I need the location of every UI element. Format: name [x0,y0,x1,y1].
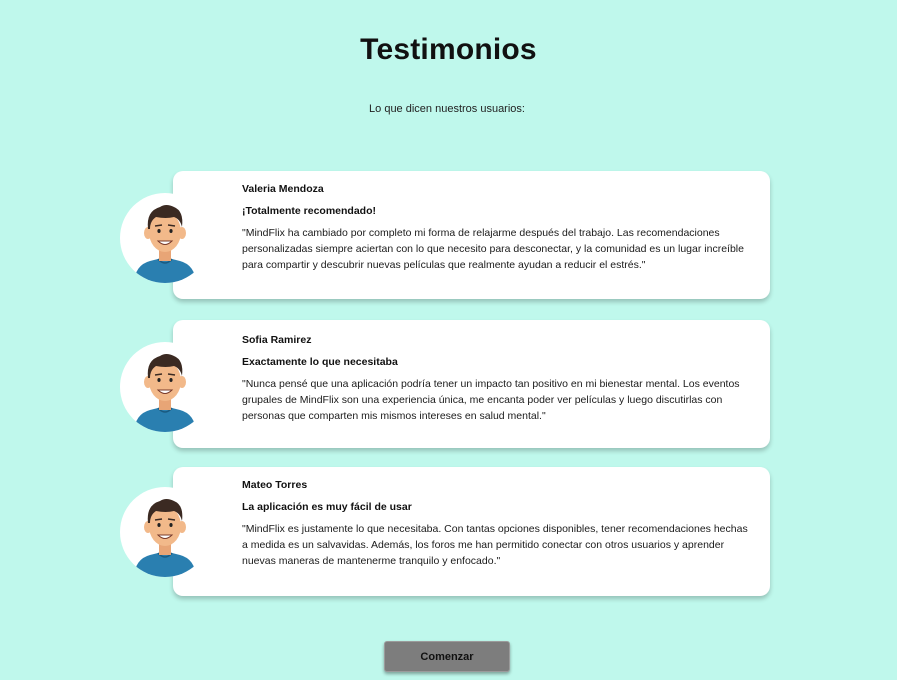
testimonial-headline: La aplicación es muy fácil de usar [242,501,412,513]
testimonial-card: Valeria Mendoza ¡Totalmente recomendado!… [173,171,770,299]
male-avatar-icon [120,487,210,577]
testimonial-author: Sofia Ramirez [242,334,312,346]
testimonial-quote: "Nunca pensé que una aplicación podría t… [242,378,740,423]
testimonial-author: Mateo Torres [242,479,308,491]
page-title: Testimonios [360,33,537,66]
testimonial-item: Sofia Ramirez Exactamente lo que necesit… [120,320,772,450]
testimonial-quote: "MindFlix ha cambiado por completo mi fo… [242,227,744,272]
testimonial-content: Valeria Mendoza ¡Totalmente recomendado!… [242,183,748,274]
start-button[interactable]: Comenzar [384,641,510,672]
testimonial-headline: Exactamente lo que necesitaba [242,356,398,368]
testimonial-author: Valeria Mendoza [242,183,324,195]
testimonial-headline: ¡Totalmente recomendado! [242,205,376,217]
page-subtitle: Lo que dicen nuestros usuarios: [369,103,525,115]
testimonial-card: Mateo Torres La aplicación es muy fácil … [173,467,770,596]
testimonial-item: Mateo Torres La aplicación es muy fácil … [120,467,772,599]
testimonial-content: Mateo Torres La aplicación es muy fácil … [242,479,748,570]
testimonial-item: Valeria Mendoza ¡Totalmente recomendado!… [120,171,772,301]
male-avatar-icon [120,342,210,432]
testimonial-content: Sofia Ramirez Exactamente lo que necesit… [242,334,748,425]
testimonial-card: Sofia Ramirez Exactamente lo que necesit… [173,320,770,448]
male-avatar-icon [120,193,210,283]
testimonial-quote: "MindFlix es justamente lo que necesitab… [242,523,748,568]
